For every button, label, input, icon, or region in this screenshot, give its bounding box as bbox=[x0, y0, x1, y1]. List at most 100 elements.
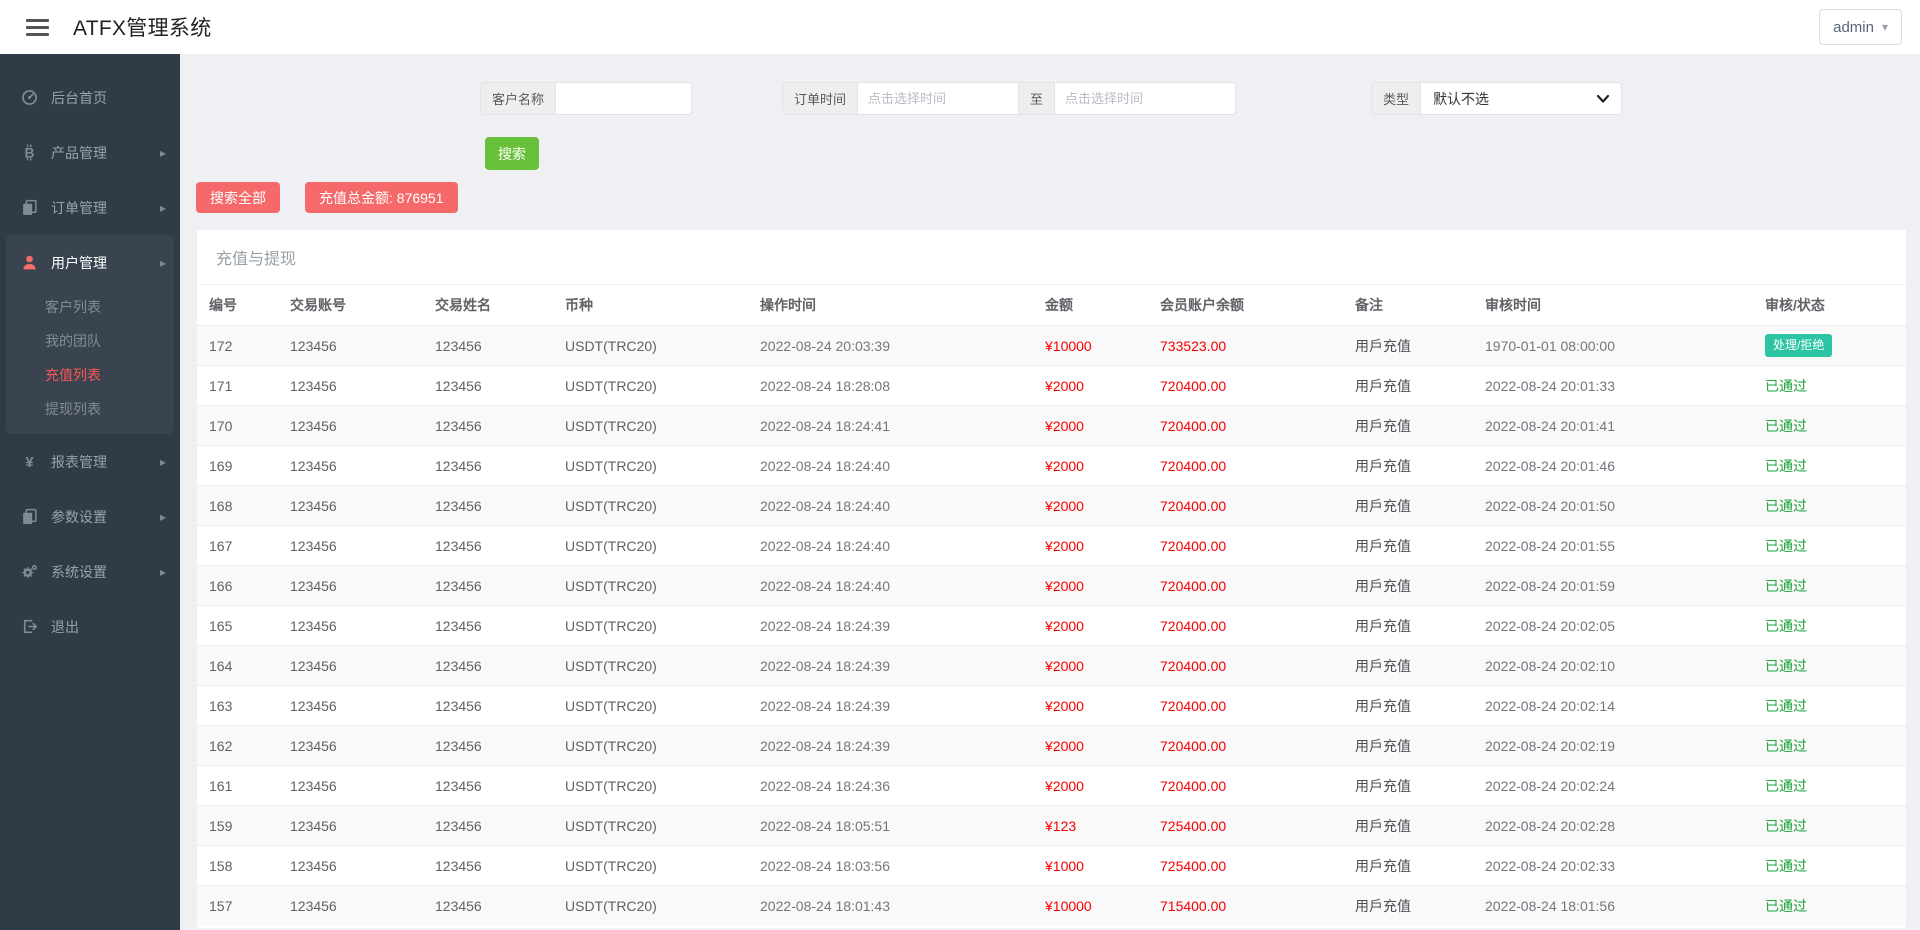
status-approved-label: 已通过 bbox=[1765, 497, 1807, 514]
sidebar-item-params[interactable]: 参数设置 ▸ bbox=[0, 489, 180, 544]
cell-audit-time: 2022-08-24 20:02:05 bbox=[1485, 617, 1615, 634]
cell-account: 123456 bbox=[290, 897, 337, 914]
card-title: 充值与提现 bbox=[197, 230, 1906, 285]
cell-audit-time: 2022-08-24 20:02:19 bbox=[1485, 737, 1615, 754]
cell-id: 165 bbox=[209, 617, 233, 634]
chevron-right-icon: ▸ bbox=[159, 200, 166, 215]
cell-op-time: 2022-08-24 18:28:08 bbox=[760, 377, 890, 394]
recharge-total-button[interactable]: 充值总金额: 876951 bbox=[305, 182, 458, 213]
customer-name-group: 客户名称 bbox=[480, 82, 693, 115]
search-all-button[interactable]: 搜索全部 bbox=[196, 182, 280, 213]
status-approved-label: 已通过 bbox=[1765, 897, 1807, 914]
logout-icon bbox=[20, 618, 39, 636]
end-time-input[interactable] bbox=[1055, 83, 1236, 114]
bitcoin-icon: B bbox=[20, 144, 39, 162]
chevron-down-icon: ▾ bbox=[1881, 20, 1888, 34]
search-button[interactable]: 搜索 bbox=[485, 137, 539, 170]
cell-name: 123456 bbox=[435, 577, 482, 594]
sidebar-item-system[interactable]: 系统设置 ▸ bbox=[0, 544, 180, 599]
cell-op-time: 2022-08-24 18:05:51 bbox=[760, 817, 890, 834]
user-menu[interactable]: admin ▾ bbox=[1819, 9, 1902, 45]
sidebar-item-reports[interactable]: ¥ 报表管理 ▸ bbox=[0, 434, 180, 489]
sidebar-item-label: 系统设置 bbox=[51, 563, 107, 580]
cell-remark: 用戶充值 bbox=[1355, 577, 1411, 594]
cell-account: 123456 bbox=[290, 857, 337, 874]
chevron-right-icon: ▸ bbox=[159, 509, 166, 524]
cell-balance: 725400.00 bbox=[1160, 857, 1227, 874]
files-icon bbox=[20, 199, 39, 217]
cell-amount: ¥123 bbox=[1045, 817, 1077, 834]
cell-name: 123456 bbox=[435, 417, 482, 434]
cell-balance: 733523.00 bbox=[1160, 337, 1227, 354]
start-time-input[interactable] bbox=[858, 83, 1019, 114]
menu-toggle-icon[interactable] bbox=[26, 15, 49, 40]
cell-currency: USDT(TRC20) bbox=[565, 457, 657, 474]
cell-audit-time: 2022-08-24 20:01:55 bbox=[1485, 537, 1615, 554]
cell-audit-time: 2022-08-24 20:02:10 bbox=[1485, 657, 1615, 674]
cell-name: 123456 bbox=[435, 737, 482, 754]
cell-account: 123456 bbox=[290, 377, 337, 394]
cell-currency: USDT(TRC20) bbox=[565, 337, 657, 354]
customer-name-input[interactable] bbox=[556, 83, 692, 114]
process-reject-button[interactable]: 处理/拒绝 bbox=[1765, 334, 1833, 357]
status-approved-label: 已通过 bbox=[1765, 657, 1807, 674]
status-approved-label: 已通过 bbox=[1765, 817, 1807, 834]
table-row: 172 123456 123456 USDT(TRC20) 2022-08-24 20:… bbox=[197, 325, 1906, 366]
sidebar-item-customer-list[interactable]: 客户列表 bbox=[6, 290, 174, 324]
type-select[interactable]: 默认不选 bbox=[1421, 83, 1622, 114]
cell-amount: ¥2000 bbox=[1045, 657, 1084, 674]
cell-remark: 用戶充值 bbox=[1355, 417, 1411, 434]
status-approved-label: 已通过 bbox=[1765, 737, 1807, 754]
svg-text:B: B bbox=[25, 144, 35, 160]
cell-op-time: 2022-08-24 18:24:40 bbox=[760, 537, 890, 554]
cell-balance: 720400.00 bbox=[1160, 537, 1227, 554]
cell-currency: USDT(TRC20) bbox=[565, 857, 657, 874]
sidebar-item-dashboard[interactable]: 后台首页 bbox=[0, 70, 180, 125]
cell-remark: 用戶充值 bbox=[1355, 777, 1411, 794]
table-row: 168 123456 123456 USDT(TRC20) 2022-08-24 18:… bbox=[197, 485, 1906, 526]
cell-balance: 720400.00 bbox=[1160, 777, 1227, 794]
cell-audit-time: 1970-01-01 08:00:00 bbox=[1485, 337, 1615, 354]
status-approved-label: 已通过 bbox=[1765, 697, 1807, 714]
sidebar-item-logout[interactable]: 退出 bbox=[0, 599, 180, 654]
cell-account: 123456 bbox=[290, 537, 337, 554]
filter-bar: 客户名称 订单时间 至 类型 默认不选 bbox=[196, 82, 1907, 115]
cell-op-time: 2022-08-24 18:24:39 bbox=[760, 697, 890, 714]
cell-status: 已通过 bbox=[1757, 486, 1906, 526]
status-approved-label: 已通过 bbox=[1765, 777, 1807, 794]
sidebar-item-my-team[interactable]: 我的团队 bbox=[6, 324, 174, 358]
cell-amount: ¥1000 bbox=[1045, 857, 1084, 874]
table-row: 158 123456 123456 USDT(TRC20) 2022-08-24 18:… bbox=[197, 845, 1906, 886]
chevron-right-icon: ▸ bbox=[159, 454, 166, 469]
cell-status: 已通过 bbox=[1757, 566, 1906, 606]
sidebar-item-label: 后台首页 bbox=[51, 89, 107, 106]
cell-status: 已通过 bbox=[1757, 366, 1906, 406]
yen-icon: ¥ bbox=[20, 453, 39, 471]
cell-remark: 用戶充值 bbox=[1355, 457, 1411, 474]
chevron-right-icon: ▸ bbox=[159, 255, 166, 270]
cell-remark: 用戶充值 bbox=[1355, 697, 1411, 714]
sidebar-item-label: 订单管理 bbox=[51, 199, 107, 216]
cell-audit-time: 2022-08-24 20:01:50 bbox=[1485, 497, 1615, 514]
sidebar-item-recharge-list[interactable]: 充值列表 bbox=[6, 358, 174, 392]
cell-remark: 用戶充值 bbox=[1355, 537, 1411, 554]
cell-name: 123456 bbox=[435, 697, 482, 714]
sidebar-item-orders[interactable]: 订单管理 ▸ bbox=[0, 180, 180, 235]
top-header: ATFX管理系统 admin ▾ bbox=[0, 0, 1920, 54]
sidebar-item-users[interactable]: 用户管理 ▸ bbox=[6, 235, 174, 290]
cell-amount: ¥2000 bbox=[1045, 497, 1084, 514]
cell-balance: 720400.00 bbox=[1160, 417, 1227, 434]
cell-status: 已通过 bbox=[1757, 846, 1906, 886]
sidebar-item-withdraw-list[interactable]: 提现列表 bbox=[6, 392, 174, 426]
cell-id: 161 bbox=[209, 777, 233, 794]
cell-op-time: 2022-08-24 18:24:39 bbox=[760, 657, 890, 674]
cell-balance: 720400.00 bbox=[1160, 457, 1227, 474]
table-row: 167 123456 123456 USDT(TRC20) 2022-08-24 18:… bbox=[197, 525, 1906, 566]
sidebar-item-label: 参数设置 bbox=[51, 508, 107, 525]
cell-op-time: 2022-08-24 18:24:36 bbox=[760, 777, 890, 794]
type-group: 类型 默认不选 bbox=[1371, 82, 1623, 115]
customer-name-label: 客户名称 bbox=[481, 83, 557, 114]
sidebar-item-products[interactable]: B 产品管理 ▸ bbox=[0, 125, 180, 180]
table-row: 171 123456 123456 USDT(TRC20) 2022-08-24 18:… bbox=[197, 365, 1906, 406]
cell-op-time: 2022-08-24 18:24:40 bbox=[760, 577, 890, 594]
